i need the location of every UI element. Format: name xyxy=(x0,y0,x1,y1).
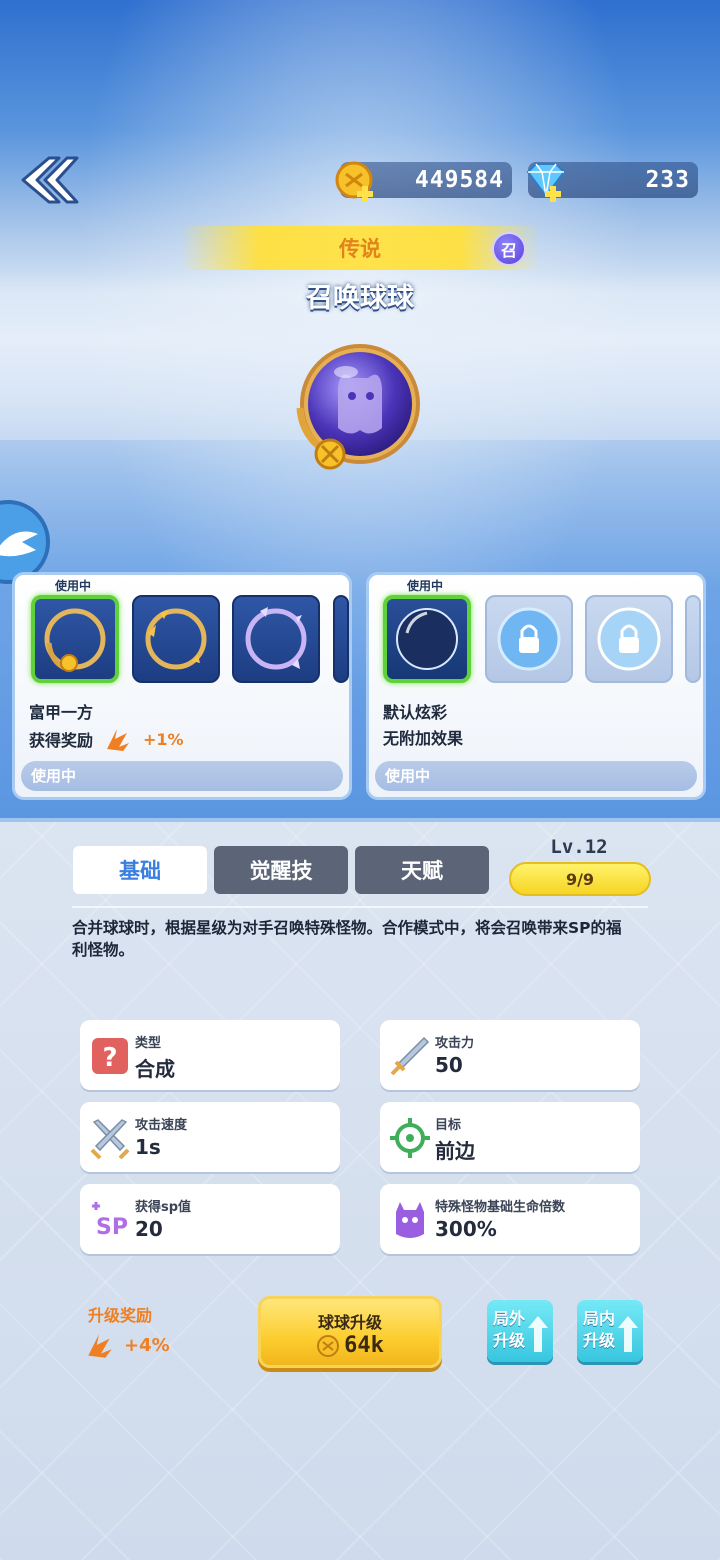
upgrade-reward-value: +4% xyxy=(84,1330,170,1360)
ball-description: 合并球球时，根据星级为对手召唤特殊怪物。合作模式中，将会召唤带来SP的福利怪物。 xyxy=(72,919,622,959)
reward-flame-icon xyxy=(107,729,130,751)
section-divider xyxy=(72,906,648,908)
stat-card-target: 目标 前边 xyxy=(380,1102,640,1172)
frame-in-use-tag: 使用中 xyxy=(55,579,92,593)
skin-status-bar[interactable]: 使用中 xyxy=(375,761,697,791)
summon-type-badge: 召 xyxy=(492,232,526,266)
skin-slot-more[interactable] xyxy=(685,595,701,683)
level-label: Lv.12 xyxy=(550,836,608,858)
tab-awaken-skill[interactable]: 觉醒技 xyxy=(214,846,348,894)
frame-status-bar[interactable]: 使用中 xyxy=(21,761,343,791)
upgrade-reward-amount: +4% xyxy=(124,1334,170,1356)
coin-counter[interactable]: 449584 xyxy=(335,161,512,202)
back-button[interactable] xyxy=(14,150,80,210)
frame-item-effect: 获得奖励 +1% xyxy=(29,725,184,753)
gold-coin-frame-icon xyxy=(44,608,106,672)
outside-upgrade-button[interactable]: 局外升级 xyxy=(487,1300,553,1362)
crystal-frame-icon xyxy=(245,607,307,670)
stat-value-target: 前边 xyxy=(435,1139,475,1163)
stat-card-sp: SP 获得sp值 20 xyxy=(80,1184,340,1254)
upgrade-cost: 64k xyxy=(261,1333,439,1358)
inside-upgrade-button[interactable]: 局内升级 xyxy=(577,1300,643,1362)
stat-label-sp: 获得sp值 xyxy=(135,1200,192,1215)
lock-icon xyxy=(597,607,661,671)
frame-slot-crystal[interactable] xyxy=(232,595,320,683)
stat-card-type: ? 类型 合成 xyxy=(80,1020,340,1090)
crossed-swords-icon xyxy=(90,1119,130,1160)
golden-wing-frame-icon xyxy=(145,608,207,670)
svg-text:SP: SP xyxy=(96,1215,128,1240)
stat-card-speed: 攻击速度 1s xyxy=(80,1102,340,1172)
skin-slot-locked-1[interactable] xyxy=(485,595,573,683)
skin-panel: 使用中 默认炫彩 无附加效果 使用中 xyxy=(366,572,706,800)
rarity-banner: 传说 xyxy=(180,226,540,270)
frame-effect-label: 获得奖励 xyxy=(29,731,94,750)
coin-icon xyxy=(317,1334,340,1357)
stat-value-type: 合成 xyxy=(135,1057,175,1081)
crosshair-icon xyxy=(390,1118,430,1158)
stat-value-speed: 1s xyxy=(135,1135,161,1159)
gem-counter[interactable]: 233 xyxy=(526,162,698,202)
stat-label-hp-multiplier: 特殊怪物基础生命倍数 xyxy=(435,1200,566,1215)
frame-item-name: 富甲一方 xyxy=(29,703,94,722)
upgrade-cost-value: 64k xyxy=(344,1333,384,1358)
purple-monster-icon xyxy=(396,1202,424,1238)
stat-label-target: 目标 xyxy=(435,1118,462,1133)
ball-title: 召唤球球 xyxy=(306,283,414,314)
frame-slot-gold-wing[interactable] xyxy=(132,595,220,683)
tab-talent[interactable]: 天赋 xyxy=(355,846,489,894)
upgrade-button-title: 球球升级 xyxy=(317,1313,382,1332)
skin-effect-label: 无附加效果 xyxy=(383,729,464,748)
up-arrow-icon xyxy=(618,1316,638,1352)
stat-card-attack: 攻击力 50 xyxy=(380,1020,640,1090)
diamond-add-icon xyxy=(526,163,566,202)
skin-in-use-tag: 使用中 xyxy=(407,579,444,593)
stat-value-attack: 50 xyxy=(435,1053,463,1077)
frame-panel: 使用中 富甲一方 获得奖励 +1% 使用中 xyxy=(12,572,352,800)
gem-amount: 233 xyxy=(645,167,690,193)
stat-label-speed: 攻击速度 xyxy=(135,1118,188,1133)
stat-value-hp-multiplier: 300% xyxy=(435,1217,497,1241)
stat-card-hp-multiplier: 特殊怪物基础生命倍数 300% xyxy=(380,1184,640,1254)
skin-item-name: 默认炫彩 xyxy=(383,703,448,722)
svg-text:?: ? xyxy=(102,1043,117,1073)
skin-slot-locked-2[interactable] xyxy=(585,595,673,683)
double-chevron-left-icon xyxy=(21,156,79,204)
lock-icon xyxy=(497,607,561,671)
reward-flame-icon xyxy=(88,1334,112,1358)
stat-label-attack: 攻击力 xyxy=(435,1036,475,1051)
upgrade-reward-label: 升级奖励 xyxy=(88,1306,153,1325)
ball-upgrade-button[interactable]: 球球升级 64k xyxy=(258,1296,442,1368)
stat-label-type: 类型 xyxy=(135,1036,162,1051)
stat-value-sp: 20 xyxy=(135,1217,163,1241)
coin-amount: 449584 xyxy=(414,167,504,193)
skin-item-effect: 无附加效果 xyxy=(383,725,463,749)
tab-basic[interactable]: 基础 xyxy=(73,846,207,894)
sword-icon xyxy=(390,1036,430,1076)
question-mark-icon: ? xyxy=(92,1038,128,1074)
skin-slot-default[interactable] xyxy=(383,595,471,683)
frame-slot-gold-coin[interactable] xyxy=(31,595,119,683)
level-progress-bar: 9/9 xyxy=(509,862,651,896)
rarity-label: 传说 xyxy=(339,237,381,261)
up-arrow-icon xyxy=(528,1316,548,1352)
frame-slot-more[interactable] xyxy=(333,595,349,683)
sp-plus-icon: SP xyxy=(92,1202,128,1240)
coin-add-icon xyxy=(335,161,373,202)
bubble-skin-icon xyxy=(396,608,458,670)
summon-ball-icon xyxy=(296,344,420,470)
frame-effect-bonus: +1% xyxy=(143,729,184,749)
